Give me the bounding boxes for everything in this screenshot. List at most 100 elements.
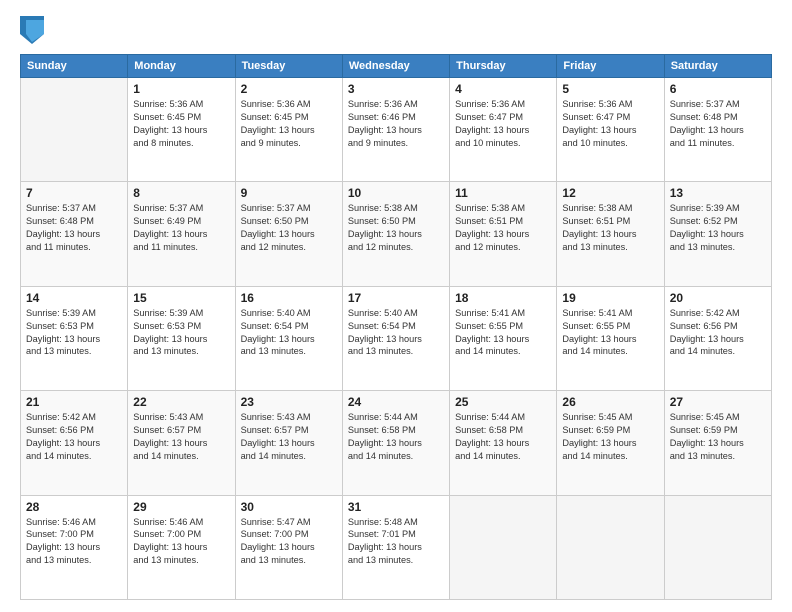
day-info: Sunrise: 5:36 AM Sunset: 6:47 PM Dayligh… [455,98,551,150]
day-cell [664,495,771,599]
day-info: Sunrise: 5:46 AM Sunset: 7:00 PM Dayligh… [26,516,122,568]
day-cell: 30 Sunrise: 5:47 AM Sunset: 7:00 PM Dayli… [235,495,342,599]
page: SundayMondayTuesdayWednesdayThursdayFrid… [0,0,792,612]
day-info: Sunrise: 5:37 AM Sunset: 6:48 PM Dayligh… [26,202,122,254]
day-number: 23 [241,395,337,409]
day-number: 13 [670,186,766,200]
day-info: Sunrise: 5:43 AM Sunset: 6:57 PM Dayligh… [133,411,229,463]
day-info: Sunrise: 5:36 AM Sunset: 6:46 PM Dayligh… [348,98,444,150]
day-info: Sunrise: 5:37 AM Sunset: 6:48 PM Dayligh… [670,98,766,150]
day-cell: 19 Sunrise: 5:41 AM Sunset: 6:55 PM Dayli… [557,286,664,390]
day-info: Sunrise: 5:45 AM Sunset: 6:59 PM Dayligh… [562,411,658,463]
day-cell: 18 Sunrise: 5:41 AM Sunset: 6:55 PM Dayli… [450,286,557,390]
day-info: Sunrise: 5:46 AM Sunset: 7:00 PM Dayligh… [133,516,229,568]
day-cell: 1Sunrise: 5:36 AM Sunset: 6:45 PM Daylig… [128,78,235,182]
day-cell: 24 Sunrise: 5:44 AM Sunset: 6:58 PM Dayli… [342,391,449,495]
day-info: Sunrise: 5:40 AM Sunset: 6:54 PM Dayligh… [241,307,337,359]
week-row-1: 1Sunrise: 5:36 AM Sunset: 6:45 PM Daylig… [21,78,772,182]
header-cell-tuesday: Tuesday [235,55,342,78]
day-info: Sunrise: 5:37 AM Sunset: 6:50 PM Dayligh… [241,202,337,254]
day-number: 10 [348,186,444,200]
day-number: 7 [26,186,122,200]
day-info: Sunrise: 5:47 AM Sunset: 7:00 PM Dayligh… [241,516,337,568]
day-cell: 10 Sunrise: 5:38 AM Sunset: 6:50 PM Dayli… [342,182,449,286]
day-info: Sunrise: 5:37 AM Sunset: 6:49 PM Dayligh… [133,202,229,254]
day-number: 25 [455,395,551,409]
day-number: 26 [562,395,658,409]
day-info: Sunrise: 5:39 AM Sunset: 6:53 PM Dayligh… [133,307,229,359]
day-cell: 29 Sunrise: 5:46 AM Sunset: 7:00 PM Dayli… [128,495,235,599]
day-info: Sunrise: 5:43 AM Sunset: 6:57 PM Dayligh… [241,411,337,463]
day-cell: 11 Sunrise: 5:38 AM Sunset: 6:51 PM Dayli… [450,182,557,286]
day-cell: 25Sunrise: 5:44 AM Sunset: 6:58 PM Dayli… [450,391,557,495]
day-cell: 16 Sunrise: 5:40 AM Sunset: 6:54 PM Dayli… [235,286,342,390]
day-info: Sunrise: 5:42 AM Sunset: 6:56 PM Dayligh… [670,307,766,359]
day-info: Sunrise: 5:41 AM Sunset: 6:55 PM Dayligh… [562,307,658,359]
day-cell: 14 Sunrise: 5:39 AM Sunset: 6:53 PM Dayli… [21,286,128,390]
day-info: Sunrise: 5:38 AM Sunset: 6:50 PM Dayligh… [348,202,444,254]
day-number: 29 [133,500,229,514]
day-number: 22 [133,395,229,409]
day-number: 6 [670,82,766,96]
day-number: 5 [562,82,658,96]
day-cell [21,78,128,182]
day-number: 3 [348,82,444,96]
day-cell: 26 Sunrise: 5:45 AM Sunset: 6:59 PM Dayli… [557,391,664,495]
day-number: 14 [26,291,122,305]
day-number: 31 [348,500,444,514]
day-cell: 9 Sunrise: 5:37 AM Sunset: 6:50 PM Daylig… [235,182,342,286]
day-cell: 4 Sunrise: 5:36 AM Sunset: 6:47 PM Daylig… [450,78,557,182]
day-cell: 20 Sunrise: 5:42 AM Sunset: 6:56 PM Dayli… [664,286,771,390]
day-number: 4 [455,82,551,96]
day-number: 2 [241,82,337,96]
day-info: Sunrise: 5:36 AM Sunset: 6:45 PM Dayligh… [241,98,337,150]
day-number: 15 [133,291,229,305]
day-info: Sunrise: 5:44 AM Sunset: 6:58 PM Dayligh… [348,411,444,463]
day-cell: 15 Sunrise: 5:39 AM Sunset: 6:53 PM Dayli… [128,286,235,390]
calendar-body: 1Sunrise: 5:36 AM Sunset: 6:45 PM Daylig… [21,78,772,600]
header-row: SundayMondayTuesdayWednesdayThursdayFrid… [21,55,772,78]
day-info: Sunrise: 5:39 AM Sunset: 6:53 PM Dayligh… [26,307,122,359]
day-cell: 28 Sunrise: 5:46 AM Sunset: 7:00 PM Dayli… [21,495,128,599]
day-number: 18 [455,291,551,305]
day-cell [450,495,557,599]
day-number: 16 [241,291,337,305]
day-number: 28 [26,500,122,514]
day-number: 9 [241,186,337,200]
day-number: 21 [26,395,122,409]
logo-icon [20,16,44,44]
header-cell-friday: Friday [557,55,664,78]
week-row-5: 28 Sunrise: 5:46 AM Sunset: 7:00 PM Dayli… [21,495,772,599]
day-number: 8 [133,186,229,200]
day-info: Sunrise: 5:40 AM Sunset: 6:54 PM Dayligh… [348,307,444,359]
day-number: 27 [670,395,766,409]
day-cell: 8 Sunrise: 5:37 AM Sunset: 6:49 PM Daylig… [128,182,235,286]
header [20,16,772,44]
day-info: Sunrise: 5:48 AM Sunset: 7:01 PM Dayligh… [348,516,444,568]
day-info: Sunrise: 5:38 AM Sunset: 6:51 PM Dayligh… [455,202,551,254]
calendar: SundayMondayTuesdayWednesdayThursdayFrid… [20,54,772,600]
day-cell: 21Sunrise: 5:42 AM Sunset: 6:56 PM Dayli… [21,391,128,495]
day-number: 30 [241,500,337,514]
day-info: Sunrise: 5:41 AM Sunset: 6:55 PM Dayligh… [455,307,551,359]
day-info: Sunrise: 5:36 AM Sunset: 6:47 PM Dayligh… [562,98,658,150]
day-cell: 17 Sunrise: 5:40 AM Sunset: 6:54 PM Dayli… [342,286,449,390]
day-number: 17 [348,291,444,305]
day-number: 12 [562,186,658,200]
day-cell: 13Sunrise: 5:39 AM Sunset: 6:52 PM Dayli… [664,182,771,286]
day-cell: 31 Sunrise: 5:48 AM Sunset: 7:01 PM Dayli… [342,495,449,599]
header-cell-saturday: Saturday [664,55,771,78]
day-number: 11 [455,186,551,200]
day-cell [557,495,664,599]
day-cell: 23 Sunrise: 5:43 AM Sunset: 6:57 PM Dayli… [235,391,342,495]
day-cell: 27Sunrise: 5:45 AM Sunset: 6:59 PM Dayli… [664,391,771,495]
week-row-3: 14 Sunrise: 5:39 AM Sunset: 6:53 PM Dayli… [21,286,772,390]
day-cell: 22 Sunrise: 5:43 AM Sunset: 6:57 PM Dayli… [128,391,235,495]
week-row-2: 7 Sunrise: 5:37 AM Sunset: 6:48 PM Daylig… [21,182,772,286]
day-number: 19 [562,291,658,305]
day-number: 20 [670,291,766,305]
day-cell: 5 Sunrise: 5:36 AM Sunset: 6:47 PM Daylig… [557,78,664,182]
day-number: 24 [348,395,444,409]
day-cell: 12Sunrise: 5:38 AM Sunset: 6:51 PM Dayli… [557,182,664,286]
header-cell-wednesday: Wednesday [342,55,449,78]
